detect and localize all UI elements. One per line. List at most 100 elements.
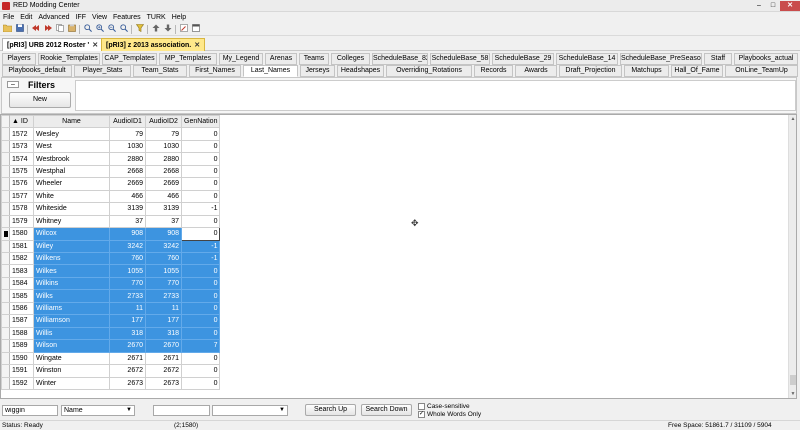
cell-audioid1[interactable]: 2670 — [109, 339, 146, 353]
tab-online-teamup[interactable]: OnLine_TeamUp — [725, 65, 798, 77]
table-row[interactable]: 1588 Willis 318 318 0 — [1, 326, 221, 341]
cell-id[interactable]: 1591 — [9, 364, 34, 378]
search-icon[interactable] — [82, 24, 93, 35]
cell-gennation[interactable]: -1 — [180, 239, 221, 254]
cell-name[interactable]: Winston — [33, 364, 110, 378]
cell-gennation[interactable]: 0 — [180, 301, 221, 316]
cell-name[interactable]: Wilkins — [33, 276, 110, 291]
cell-name[interactable]: Wingate — [33, 351, 110, 366]
tab-colleges[interactable]: Colleges — [331, 53, 370, 65]
row-header[interactable] — [1, 289, 10, 303]
table-row[interactable]: 1586 Williams 11 11 0 — [1, 301, 221, 316]
replace-input[interactable] — [153, 405, 210, 416]
scrollbar-thumb[interactable] — [790, 375, 796, 385]
tab-staff[interactable]: Staff — [704, 53, 732, 65]
cell-id[interactable]: 1576 — [9, 177, 34, 191]
cell-id[interactable]: 1573 — [9, 139, 34, 154]
cell-audioid2[interactable]: 2880 — [145, 152, 182, 166]
cell-id[interactable]: 1582 — [9, 251, 34, 266]
row-header[interactable] — [1, 339, 10, 353]
tab-first-names[interactable]: First_Names — [189, 65, 241, 77]
table-row[interactable]: 1572 Wesley 79 79 0 — [1, 127, 221, 141]
cell-gennation[interactable]: 0 — [180, 139, 221, 154]
cell-id[interactable]: 1592 — [9, 376, 34, 390]
cell-gennation[interactable]: 0 — [180, 214, 221, 229]
cell-gennation[interactable]: 0 — [180, 152, 221, 166]
window-icon[interactable] — [190, 24, 201, 35]
zoom-out-icon[interactable] — [106, 24, 117, 35]
cell-audioid2[interactable]: 2669 — [145, 177, 182, 191]
column-header-name[interactable]: Name — [33, 115, 110, 129]
cell-id[interactable]: 1586 — [9, 301, 34, 316]
table-row[interactable]: 1579 Whitney 37 37 0 — [1, 214, 221, 229]
cell-id[interactable]: 1585 — [9, 289, 34, 303]
replace-field-select[interactable]: ▼ — [212, 405, 288, 416]
cell-name[interactable]: Wilcox — [33, 227, 110, 241]
column-header-id[interactable]: ▲ ID — [9, 115, 34, 129]
cell-id[interactable]: 1575 — [9, 164, 34, 179]
cell-audioid1[interactable]: 2669 — [109, 177, 146, 191]
cell-gennation[interactable]: 0 — [180, 227, 221, 241]
tab-records[interactable]: Records — [474, 65, 513, 77]
table-row[interactable]: 1585 Wilks 2733 2733 0 — [1, 289, 221, 303]
cell-gennation[interactable]: 0 — [180, 164, 221, 179]
edit-icon[interactable] — [178, 24, 189, 35]
search-field-select[interactable]: Name ▼ — [61, 405, 135, 416]
cell-gennation[interactable]: 0 — [180, 351, 221, 366]
table-row[interactable]: 1580 Wilcox 908 908 0 — [1, 227, 221, 241]
new-filter-button[interactable]: New — [9, 92, 71, 108]
tab-schedulebase-preseason[interactable]: ScheduleBase_PreSeason — [620, 53, 702, 65]
menu-file[interactable]: File — [0, 12, 17, 21]
row-header[interactable] — [1, 202, 10, 216]
table-row[interactable]: 1583 Wilkes 1055 1055 0 — [1, 264, 221, 278]
whole-words-checkbox[interactable]: ✓ Whole Words Only — [418, 411, 481, 418]
row-header[interactable] — [1, 264, 10, 278]
cell-gennation[interactable]: 0 — [180, 314, 221, 328]
cell-gennation[interactable]: 0 — [180, 177, 221, 191]
move-up-icon[interactable] — [150, 24, 161, 35]
cell-audioid2[interactable]: 37 — [145, 214, 182, 229]
close-button[interactable]: ✕ — [780, 1, 800, 11]
cell-id[interactable]: 1589 — [9, 339, 34, 353]
menu-turk[interactable]: TURK — [144, 12, 169, 21]
table-row[interactable]: 1573 West 1030 1030 0 — [1, 139, 221, 154]
tab-jerseys[interactable]: Jerseys — [300, 65, 335, 77]
cell-gennation[interactable]: 0 — [180, 127, 221, 141]
cell-name[interactable]: West — [33, 139, 110, 154]
cell-gennation[interactable]: 7 — [180, 339, 221, 353]
cell-name[interactable]: Wilks — [33, 289, 110, 303]
cell-name[interactable]: Wesley — [33, 127, 110, 141]
table-row[interactable]: 1587 Williamson 177 177 0 — [1, 314, 221, 328]
filter-icon[interactable] — [134, 24, 145, 35]
table-row[interactable]: 1582 Wilkens 760 760 -1 — [1, 251, 221, 266]
save-icon[interactable] — [14, 24, 25, 35]
cell-name[interactable]: Wheeler — [33, 177, 110, 191]
row-header[interactable] — [1, 351, 10, 366]
find-next-icon[interactable] — [118, 24, 129, 35]
table-row[interactable]: 1581 Wiley 3242 3242 -1 — [1, 239, 221, 254]
cell-audioid2[interactable]: 3139 — [145, 202, 182, 216]
tab-rookie-templates[interactable]: Rookie_Templates — [38, 53, 100, 65]
close-icon[interactable]: ✕ — [92, 42, 98, 49]
cell-audioid1[interactable]: 3242 — [109, 239, 146, 254]
cell-gennation[interactable]: 0 — [180, 326, 221, 341]
tab-hall-of-fame[interactable]: Hall_Of_Fame — [671, 65, 723, 77]
cell-id[interactable]: 1579 — [9, 214, 34, 229]
menu-edit[interactable]: Edit — [17, 12, 35, 21]
column-header-gennation[interactable]: GenNation — [180, 115, 221, 129]
tab-draft-projection[interactable]: Draft_Projection — [559, 65, 622, 77]
tab-cap-templates[interactable]: CAP_Templates — [102, 53, 157, 65]
cell-name[interactable]: Whiteside — [33, 202, 110, 216]
tab-awards[interactable]: Awards — [515, 65, 557, 77]
row-header[interactable] — [1, 139, 10, 154]
cell-audioid2[interactable]: 760 — [145, 251, 182, 266]
collapse-filters-button[interactable]: – — [7, 81, 19, 88]
cell-audioid2[interactable]: 1030 — [145, 139, 182, 154]
cell-audioid2[interactable]: 3242 — [145, 239, 182, 254]
cell-audioid2[interactable]: 79 — [145, 127, 182, 141]
tab-arenas[interactable]: Arenas — [265, 53, 297, 65]
cell-audioid1[interactable]: 1055 — [109, 264, 146, 278]
cell-id[interactable]: 1584 — [9, 276, 34, 291]
cell-audioid2[interactable]: 2672 — [145, 364, 182, 378]
cell-audioid1[interactable]: 2671 — [109, 351, 146, 366]
